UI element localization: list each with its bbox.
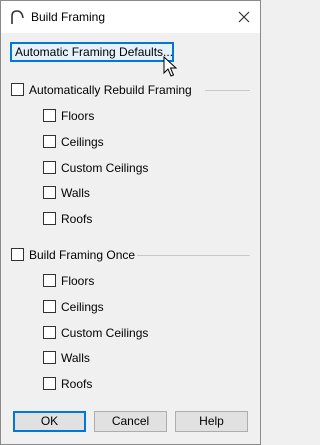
mouse-pointer-icon [163,56,177,77]
once-roofs-label: Roofs [61,377,93,391]
cancel-button[interactable]: Cancel [94,411,167,432]
once-ceilings-checkbox[interactable] [43,300,56,313]
auto-roofs-label: Roofs [61,212,93,226]
auto-floors-checkbox[interactable] [43,109,56,122]
auto-rebuild-checkbox[interactable] [11,83,24,96]
auto-walls-label: Walls [61,186,90,200]
auto-rebuild-label: Automatically Rebuild Framing [29,83,192,97]
auto-roofs-checkbox[interactable] [43,212,56,225]
once-walls-label: Walls [61,351,90,365]
automatic-framing-defaults-button[interactable]: Automatic Framing Defaults... [10,42,174,62]
auto-custom-ceilings-label: Custom Ceilings [61,161,149,175]
group-divider [137,255,250,256]
auto-custom-ceilings-checkbox[interactable] [43,161,56,174]
once-ceilings-label: Ceilings [61,300,104,314]
app-arc-icon [11,10,24,24]
auto-ceilings-checkbox[interactable] [43,135,56,148]
auto-ceilings-label: Ceilings [61,135,104,149]
window-title: Build Framing [31,10,106,24]
build-once-checkbox[interactable] [11,248,24,261]
ok-button[interactable]: OK [13,411,86,432]
title-bar: Build Framing [1,1,260,33]
once-roofs-checkbox[interactable] [43,377,56,390]
group-divider [205,90,250,91]
once-floors-checkbox[interactable] [43,274,56,287]
once-custom-ceilings-label: Custom Ceilings [61,326,149,340]
once-custom-ceilings-checkbox[interactable] [43,326,56,339]
build-framing-dialog: Build Framing Automatic Framing Defaults… [0,0,261,445]
auto-floors-label: Floors [61,109,95,123]
build-once-group[interactable]: Build Framing Once [11,248,141,264]
build-once-label: Build Framing Once [29,248,136,262]
auto-rebuild-group[interactable]: Automatically Rebuild Framing [11,83,211,99]
close-icon [238,11,250,23]
once-floors-label: Floors [61,274,95,288]
once-walls-checkbox[interactable] [43,351,56,364]
auto-walls-checkbox[interactable] [43,186,56,199]
close-button[interactable] [228,1,260,33]
help-button[interactable]: Help [175,411,248,432]
